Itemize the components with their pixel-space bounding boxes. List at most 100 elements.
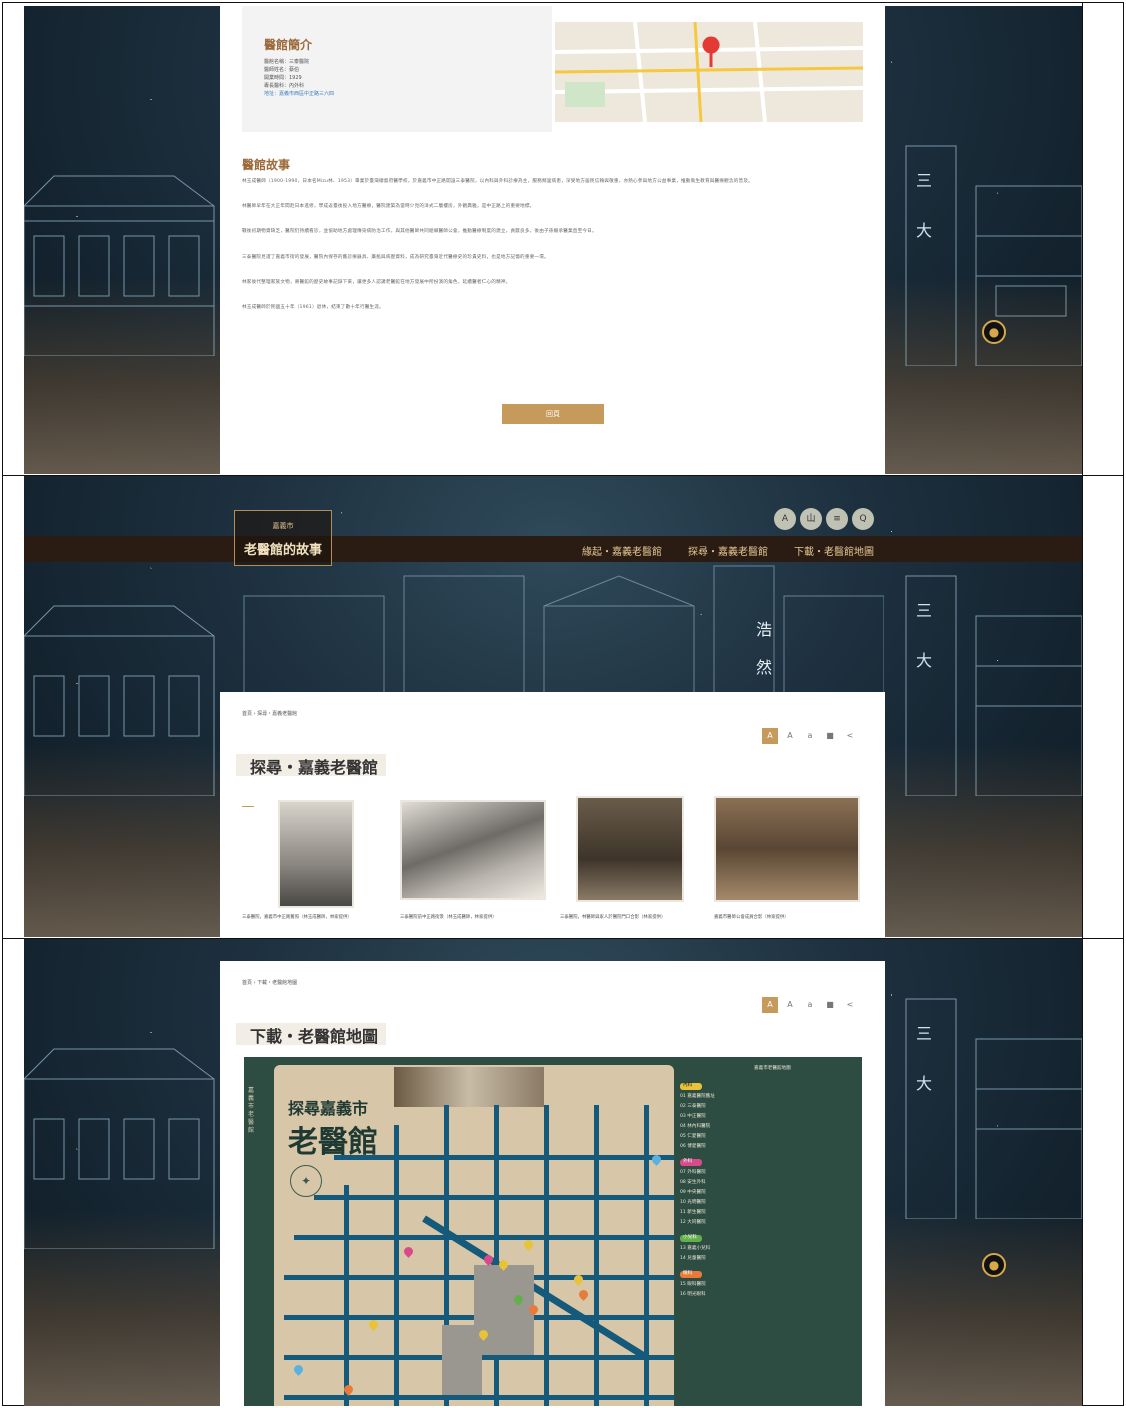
map-pin-icon[interactable] [577, 1288, 590, 1301]
legend-item: 06 博愛醫院 [680, 1144, 706, 1149]
floating-badge-icon[interactable]: ● [982, 1253, 1006, 1277]
photo-caption: 三泰醫院前中正路街景（林玉成醫師，林家提供） [400, 915, 497, 920]
map-pin-icon[interactable] [292, 1363, 305, 1376]
old-building-illustration-left [24, 175, 215, 356]
map-title-small: 探尋嘉義市 [288, 1099, 369, 1118]
legend-item: 07 外科醫院 [680, 1170, 706, 1175]
story-body: 林玉成醫師（1900-1990，日本名Mizu林、1953）畢業於臺灣總督府醫學… [242, 178, 862, 317]
building-sign-char: 然 [755, 658, 772, 677]
text-size-icon[interactable]: A [762, 997, 778, 1013]
map-road [544, 1105, 549, 1406]
map-pin-icon[interactable] [522, 1238, 535, 1251]
old-building-illustration-right: 三 大 [905, 575, 1082, 796]
map-street-area: 探尋嘉義市 老醫館 ✦ [274, 1065, 674, 1406]
print-icon[interactable]: ■ [822, 728, 838, 744]
home-icon[interactable]: 山 [800, 508, 822, 530]
legend-item: 16 明光眼科 [680, 1292, 706, 1297]
search-icon[interactable]: Q [852, 508, 874, 530]
map-road [294, 1235, 674, 1240]
map-road [494, 1105, 499, 1406]
story-paragraph: 林醫師早年在大正年間赴日本進修，學成返臺後投入地方醫療，醫院建築為當時少見的洋式… [242, 204, 535, 210]
content-panel: 首頁 › 下載・老醫館地圖 A A a ■ < 下載・老醫館地圖 嘉義市老醫館 … [220, 961, 885, 1406]
menu-icon[interactable]: ≡ [826, 508, 848, 530]
photo-thumbnail[interactable] [714, 796, 860, 902]
content-panel: 首頁 › 探尋・嘉義老醫館 A A a ■ < 探尋・嘉義老醫館 三泰醫院，嘉義… [220, 692, 885, 937]
info-card: 醫館簡介 醫館名稱：三泰醫院 醫師姓名：蔡伯 開業時間：1929 專長醫科：內外… [242, 6, 552, 132]
svg-text:三: 三 [916, 601, 932, 620]
map-legend: 內科 01 嘉義醫院舊址 02 三泰醫院 03 中正醫院 04 林內科醫院 05… [680, 1081, 860, 1401]
location-map[interactable] [555, 22, 863, 122]
map-top-right-label: 嘉義市老醫館地圖 [754, 1066, 791, 1071]
legend-item: 09 中央醫院 [680, 1190, 706, 1195]
text-small-icon[interactable]: a [802, 728, 818, 744]
compass-icon: ✦ [290, 1165, 322, 1197]
font-size-icon[interactable]: A [774, 508, 796, 530]
map-road [284, 1395, 674, 1400]
map-download-page-screenshot: 三 大 ● 首頁 › 下載・老醫館地圖 A A a ■ < 下載・老醫館地圖 嘉… [24, 939, 1082, 1406]
legend-category: 外科 [683, 1159, 693, 1164]
svg-text:大: 大 [916, 221, 932, 240]
breadcrumb[interactable]: 首頁 › 下載・老醫館地圖 [242, 979, 297, 987]
photo-thumbnail[interactable] [400, 800, 546, 900]
map-block [474, 1265, 534, 1355]
text-medium-icon[interactable]: A [782, 997, 798, 1013]
legend-item: 08 安生外科 [680, 1180, 706, 1185]
svg-text:大: 大 [916, 1074, 932, 1093]
text-medium-icon[interactable]: A [782, 728, 798, 744]
map-graphic [555, 22, 863, 122]
map-road [344, 1185, 349, 1406]
info-line: 專長醫科：內外科 [264, 83, 305, 89]
map-road [644, 1105, 649, 1406]
map-side-label: 嘉義市老醫館 [248, 1087, 255, 1134]
building-sign-char: 浩 [755, 620, 772, 639]
story-paragraph: 林家後代整理家族文物，將醫館的歷史故事記錄下來，讓更多人認識老醫館在地方發展中所… [242, 279, 511, 285]
map-block [442, 1325, 482, 1395]
text-size-icon[interactable]: A [762, 728, 778, 744]
share-icon[interactable]: < [842, 728, 858, 744]
back-button[interactable]: 回頁 [502, 404, 604, 424]
old-clinic-map[interactable]: 嘉義市老醫館 探尋嘉義市 老醫館 ✦ 嘉義市老醫館地圖 內科 01 嘉義醫院舊址… [244, 1057, 862, 1406]
svg-text:三: 三 [916, 1024, 932, 1043]
breadcrumb[interactable]: 首頁 › 探尋・嘉義老醫館 [242, 710, 297, 718]
map-road [594, 1105, 599, 1406]
address-link[interactable]: 地址：嘉義市西區中正路三六四 [264, 90, 334, 98]
legend-item: 10 光明醫院 [680, 1200, 706, 1205]
map-pin-icon[interactable] [367, 1318, 380, 1331]
legend-item: 03 中正醫院 [680, 1114, 706, 1119]
print-icon[interactable]: ■ [822, 997, 838, 1013]
map-photo-banner [394, 1067, 544, 1107]
photo-caption: 嘉義市醫師公會成員合影（林家提供） [714, 915, 789, 920]
info-line: 開業時間：1929 [264, 75, 302, 81]
story-paragraph: 林玉成醫師（1900-1990，日本名Mizu林、1953）畢業於臺灣總督府醫學… [242, 179, 753, 184]
map-road [334, 1155, 674, 1160]
old-building-illustration-left [24, 1048, 215, 1249]
old-building-illustration-left [24, 605, 215, 796]
info-line: 醫館名稱：三泰醫院 [264, 59, 310, 65]
legend-item: 02 三泰醫院 [680, 1104, 706, 1109]
svg-text:三: 三 [916, 171, 932, 190]
legend-category: 小兒科 [683, 1235, 697, 1240]
text-small-icon[interactable]: a [802, 997, 818, 1013]
content-panel: 醫館簡介 醫館名稱：三泰醫院 醫師姓名：蔡伯 開業時間：1929 專長醫科：內外… [220, 6, 885, 474]
legend-item: 14 兒童醫院 [680, 1256, 706, 1261]
photo-thumbnail[interactable] [576, 796, 684, 902]
floating-badge-icon[interactable]: ● [982, 320, 1006, 344]
share-icon[interactable]: < [842, 997, 858, 1013]
old-building-illustration-right: 三 大 [905, 998, 1082, 1219]
legend-item: 04 林內科醫院 [680, 1124, 711, 1129]
map-pin-icon[interactable] [402, 1245, 415, 1258]
legend-item: 12 大同醫院 [680, 1220, 706, 1225]
detail-page-screenshot: 三 大 ● 醫館簡介 醫館名稱：三泰醫院 醫師姓名：蔡伯 開業時間：1929 專… [24, 6, 1082, 474]
legend-item: 05 仁愛醫院 [680, 1134, 706, 1139]
info-title: 醫館簡介 [264, 38, 313, 52]
photo-thumbnail[interactable] [278, 800, 354, 908]
page-title: 探尋・嘉義老醫館 [250, 758, 379, 777]
story-title: 醫館故事 [242, 158, 291, 172]
story-paragraph: 戰後初期物資缺乏，醫院仍持續看診，並協助地方處理傳染病防治工作，與其他醫師共同組… [242, 229, 597, 235]
explore-page-screenshot: 緣起・嘉義老醫館 探尋・嘉義老醫館 下載・老醫館地圖 嘉義市 老醫館的故事 A … [24, 476, 1082, 937]
legend-item: 01 嘉義醫院舊址 [680, 1094, 715, 1099]
photo-caption: 三泰醫院，嘉義市中正路舊照（林玉成醫師，林家提供） [242, 915, 352, 920]
building-sign: 浩 然 [744, 616, 784, 686]
legend-item: 11 新生醫院 [680, 1210, 706, 1215]
story-paragraph: 林玉成醫師於民國五十年（1961）退休，結束了數十年行醫生涯。 [242, 305, 384, 311]
